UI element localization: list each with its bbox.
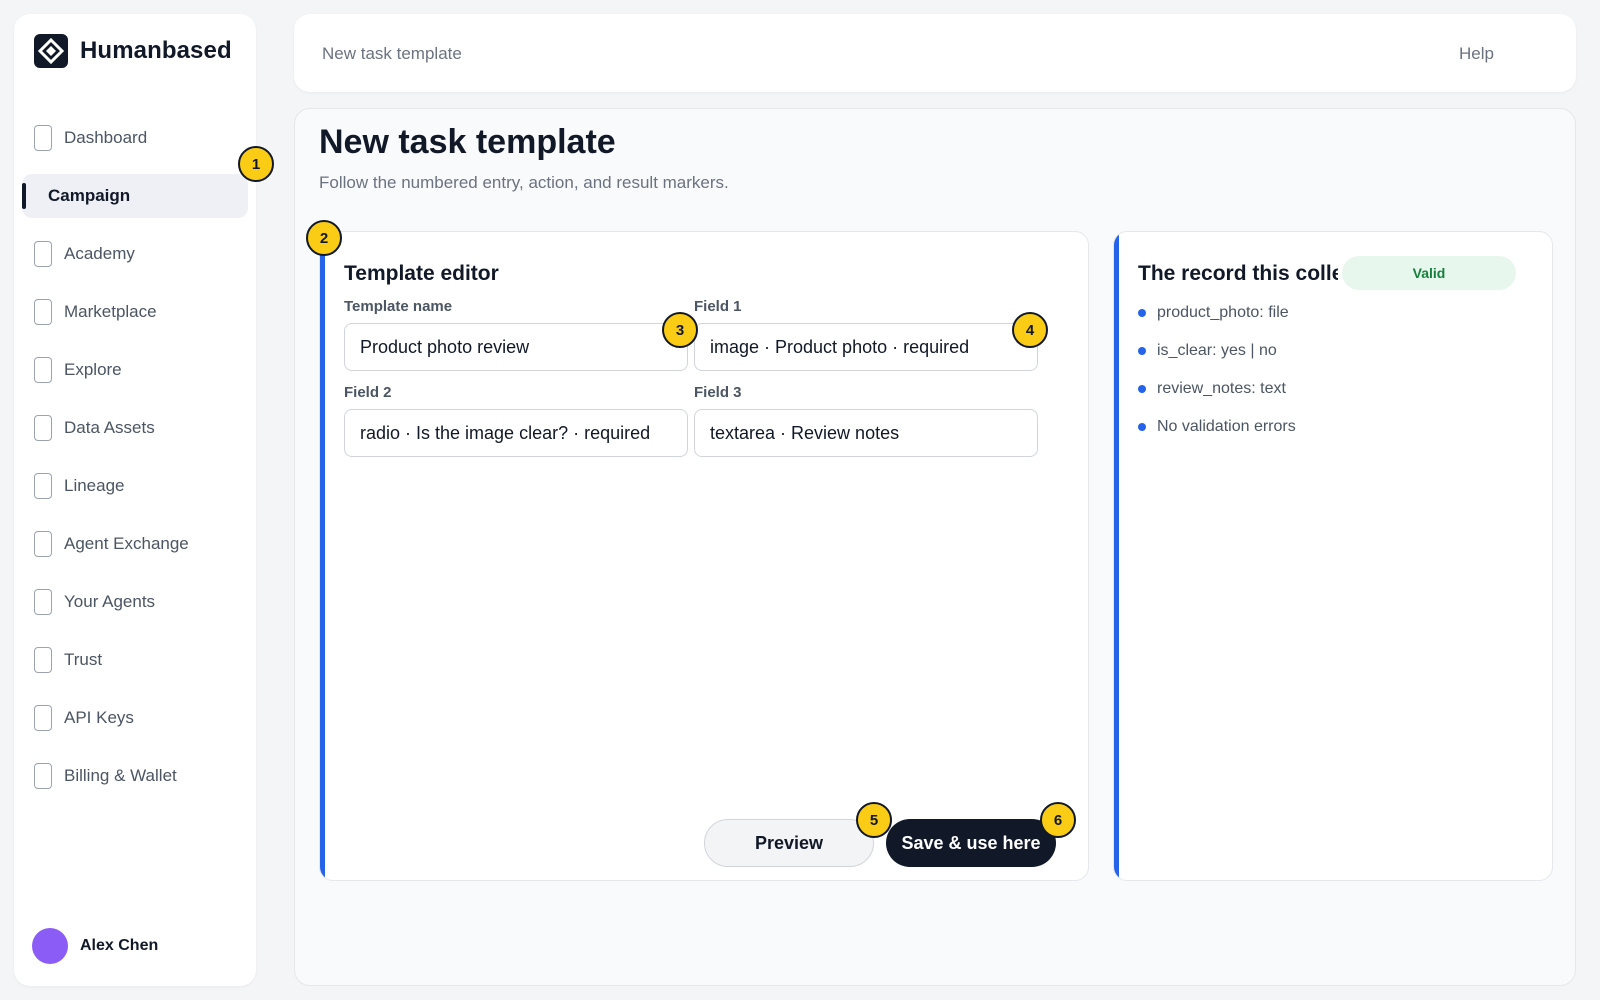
topbar: New task template Help [294, 14, 1576, 92]
sidebar-item-api-keys[interactable]: API Keys [14, 696, 256, 740]
step-marker-2: 2 [306, 220, 342, 256]
sidebar-item-label: Explore [64, 360, 122, 379]
preview-button[interactable]: Preview [704, 819, 874, 867]
template-editor-card: Template editor Template name Field 1 Fi… [319, 231, 1089, 881]
list-item: is_clear: yes | no [1138, 340, 1296, 378]
sidebar-item-lineage[interactable]: Lineage [14, 464, 256, 508]
field-3-input[interactable] [694, 409, 1038, 457]
sidebar-item-dashboard[interactable]: Dashboard [14, 116, 256, 160]
main-content: New task template Follow the numbered en… [294, 108, 1576, 986]
field-1-label: Field 1 [694, 298, 742, 315]
step-marker-3: 3 [662, 312, 698, 348]
record-field-list: product_photo: file is_clear: yes | no r… [1138, 302, 1296, 454]
field-2-input[interactable] [344, 409, 688, 457]
page-subtitle: Follow the numbered entry, action, and r… [319, 173, 729, 192]
sidebar-item-label: Agent Exchange [64, 534, 189, 553]
sidebar-item-label: Billing & Wallet [64, 766, 177, 785]
brand-name: Humanbased [80, 37, 232, 64]
sidebar-item-label: Campaign [48, 186, 131, 205]
list-item: No validation errors [1138, 416, 1296, 454]
sidebar-item-label: Trust [64, 650, 103, 669]
sidebar-item-explore[interactable]: Explore [14, 348, 256, 392]
sidebar-item-label: Lineage [64, 476, 125, 495]
record-title: The record this collects [1138, 262, 1338, 285]
page-icon [34, 705, 52, 731]
list-item: review_notes: text [1138, 378, 1296, 416]
field-2-label: Field 2 [344, 384, 392, 401]
step-marker-1: 1 [238, 146, 274, 182]
editor-title: Template editor [344, 262, 499, 285]
sidebar-item-label: Academy [64, 244, 135, 263]
sidebar-item-marketplace[interactable]: Marketplace [14, 290, 256, 334]
avatar [32, 928, 68, 964]
sidebar-item-label: Data Assets [64, 418, 155, 437]
record-preview-card: The record this collects Valid product_p… [1113, 231, 1553, 881]
step-marker-6: 6 [1040, 802, 1076, 838]
sidebar-item-academy[interactable]: Academy [14, 232, 256, 276]
template-name-input[interactable] [344, 323, 688, 371]
sidebar-nav: Dashboard Campaign Academy Marketplace E… [14, 116, 256, 812]
save-and-use-button[interactable]: Save & use here [886, 819, 1056, 867]
sidebar-item-your-agents[interactable]: Your Agents [14, 580, 256, 624]
sidebar-item-label: Dashboard [64, 128, 148, 147]
sidebar-item-agent-exchange[interactable]: Agent Exchange [14, 522, 256, 566]
page-icon [34, 415, 52, 441]
page-icon [34, 763, 52, 789]
user-profile[interactable]: Alex Chen [32, 928, 158, 964]
field-1-input[interactable] [694, 323, 1038, 371]
sidebar-item-label: Your Agents [64, 592, 156, 611]
page-icon [34, 125, 52, 151]
field-3-label: Field 3 [694, 384, 742, 401]
sidebar-item-label: Marketplace [64, 302, 157, 321]
step-marker-4: 4 [1012, 312, 1048, 348]
sidebar-item-billing-wallet[interactable]: Billing & Wallet [14, 754, 256, 798]
brand[interactable]: Humanbased [34, 34, 232, 68]
page-icon [34, 647, 52, 673]
help-link[interactable]: Help [1459, 44, 1494, 64]
sidebar-item-data-assets[interactable]: Data Assets [14, 406, 256, 450]
page-icon [34, 589, 52, 615]
sidebar-item-trust[interactable]: Trust [14, 638, 256, 682]
page-title: New task template [319, 123, 616, 161]
status-badge: Valid [1342, 256, 1516, 290]
step-marker-5: 5 [856, 802, 892, 838]
page-icon [34, 357, 52, 383]
page-icon [34, 299, 52, 325]
page-icon [34, 473, 52, 499]
list-item: product_photo: file [1138, 302, 1296, 340]
diamond-logo-icon [34, 34, 68, 68]
page-icon [34, 531, 52, 557]
sidebar-item-label: API Keys [64, 708, 134, 727]
page-icon [34, 241, 52, 267]
user-name: Alex Chen [80, 937, 159, 954]
breadcrumb: New task template [322, 44, 462, 63]
template-name-label: Template name [344, 298, 453, 315]
sidebar-item-campaign[interactable]: Campaign [22, 174, 248, 218]
sidebar: Humanbased Dashboard Campaign Academy Ma… [14, 14, 256, 986]
